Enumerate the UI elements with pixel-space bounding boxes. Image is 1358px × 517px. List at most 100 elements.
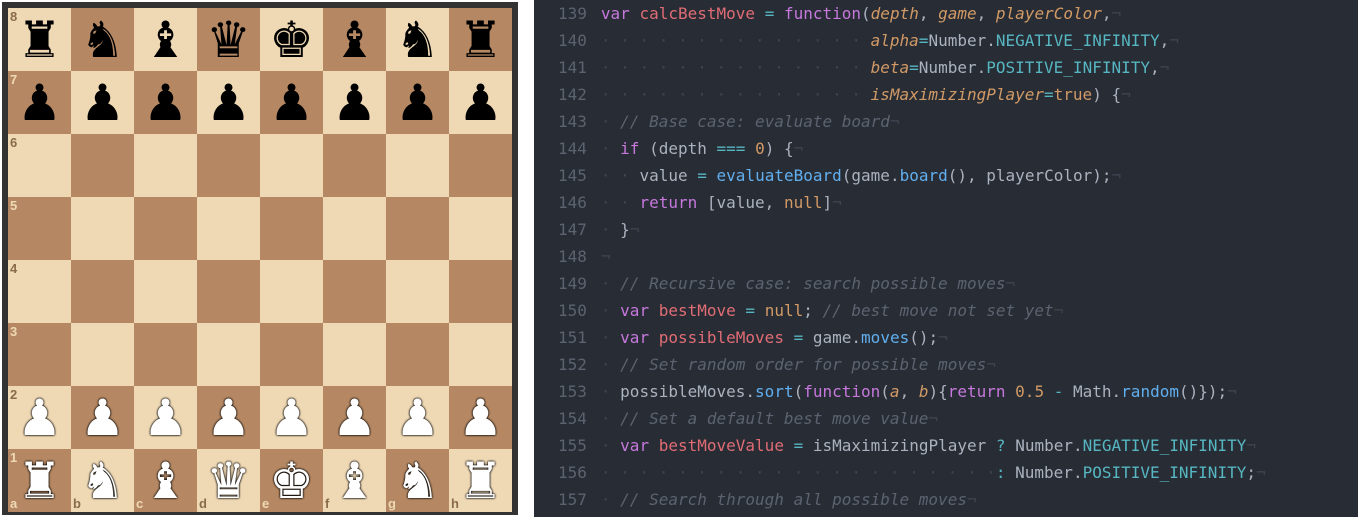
square-b5[interactable]: [71, 197, 134, 260]
square-g4[interactable]: [386, 260, 449, 323]
piece-wP[interactable]: ♟: [80, 393, 125, 443]
square-g8[interactable]: ♞: [386, 8, 449, 71]
square-e4[interactable]: [260, 260, 323, 323]
square-h3[interactable]: [449, 323, 512, 386]
square-h7[interactable]: ♟: [449, 71, 512, 134]
piece-bP[interactable]: ♟: [143, 78, 188, 128]
square-b1[interactable]: b♞: [71, 449, 134, 512]
square-e2[interactable]: ♟: [260, 386, 323, 449]
piece-bN[interactable]: ♞: [395, 15, 440, 65]
code-line[interactable]: var calcBestMove = function(depth, game,…: [601, 0, 1358, 27]
piece-bP[interactable]: ♟: [17, 78, 62, 128]
piece-bP[interactable]: ♟: [395, 78, 440, 128]
square-f1[interactable]: f♝: [323, 449, 386, 512]
square-g3[interactable]: [386, 323, 449, 386]
square-f8[interactable]: ♝: [323, 8, 386, 71]
square-a5[interactable]: 5: [8, 197, 71, 260]
square-f7[interactable]: ♟: [323, 71, 386, 134]
square-e8[interactable]: ♚: [260, 8, 323, 71]
square-b2[interactable]: ♟: [71, 386, 134, 449]
piece-wB[interactable]: ♝: [332, 456, 377, 506]
square-f3[interactable]: [323, 323, 386, 386]
square-a7[interactable]: 7♟: [8, 71, 71, 134]
code-line[interactable]: · · value = evaluateBoard(game.board(), …: [601, 162, 1358, 189]
square-a6[interactable]: 6: [8, 134, 71, 197]
piece-wP[interactable]: ♟: [332, 393, 377, 443]
code-line[interactable]: · · · · · · · · · · · · · · · · · · · · …: [601, 459, 1358, 486]
code-line[interactable]: · · · · · · · · · · · · · · beta=Number.…: [601, 54, 1358, 81]
square-b7[interactable]: ♟: [71, 71, 134, 134]
square-c6[interactable]: [134, 134, 197, 197]
code-line[interactable]: · // Set a default best move value¬: [601, 405, 1358, 432]
code-line[interactable]: · var bestMove = null; // best move not …: [601, 297, 1358, 324]
code-line[interactable]: · · · · · · · · · · · · · · isMaximizing…: [601, 81, 1358, 108]
code-line[interactable]: · if (depth === 0) {¬: [601, 135, 1358, 162]
piece-wN[interactable]: ♞: [395, 456, 440, 506]
code-line[interactable]: · var possibleMoves = game.moves();¬: [601, 324, 1358, 351]
code-line[interactable]: ¬: [601, 243, 1358, 270]
piece-bP[interactable]: ♟: [269, 78, 314, 128]
square-f2[interactable]: ♟: [323, 386, 386, 449]
square-e6[interactable]: [260, 134, 323, 197]
square-b3[interactable]: [71, 323, 134, 386]
square-g1[interactable]: g♞: [386, 449, 449, 512]
piece-bP[interactable]: ♟: [332, 78, 377, 128]
piece-bR[interactable]: ♜: [17, 15, 62, 65]
piece-wP[interactable]: ♟: [458, 393, 503, 443]
code-line[interactable]: · // Base case: evaluate board¬: [601, 108, 1358, 135]
square-f5[interactable]: [323, 197, 386, 260]
code-line[interactable]: · · · · · · · · · · · · · · alpha=Number…: [601, 27, 1358, 54]
code-line[interactable]: · possibleMoves.sort(function(a, b){retu…: [601, 378, 1358, 405]
piece-wP[interactable]: ♟: [269, 393, 314, 443]
piece-wP[interactable]: ♟: [143, 393, 188, 443]
square-d5[interactable]: [197, 197, 260, 260]
square-d6[interactable]: [197, 134, 260, 197]
square-c2[interactable]: ♟: [134, 386, 197, 449]
piece-wP[interactable]: ♟: [395, 393, 440, 443]
square-a4[interactable]: 4: [8, 260, 71, 323]
piece-wB[interactable]: ♝: [143, 456, 188, 506]
square-b6[interactable]: [71, 134, 134, 197]
square-e3[interactable]: [260, 323, 323, 386]
piece-wN[interactable]: ♞: [80, 456, 125, 506]
piece-wQ[interactable]: ♛: [206, 456, 251, 506]
square-g7[interactable]: ♟: [386, 71, 449, 134]
piece-bP[interactable]: ♟: [206, 78, 251, 128]
square-d3[interactable]: [197, 323, 260, 386]
square-e7[interactable]: ♟: [260, 71, 323, 134]
square-h5[interactable]: [449, 197, 512, 260]
square-h1[interactable]: h♜: [449, 449, 512, 512]
square-e5[interactable]: [260, 197, 323, 260]
square-a3[interactable]: 3: [8, 323, 71, 386]
square-g5[interactable]: [386, 197, 449, 260]
piece-bB[interactable]: ♝: [143, 15, 188, 65]
square-c1[interactable]: c♝: [134, 449, 197, 512]
square-c7[interactable]: ♟: [134, 71, 197, 134]
square-a1[interactable]: 1a♜: [8, 449, 71, 512]
square-b4[interactable]: [71, 260, 134, 323]
square-c4[interactable]: [134, 260, 197, 323]
square-b8[interactable]: ♞: [71, 8, 134, 71]
square-c5[interactable]: [134, 197, 197, 260]
square-a8[interactable]: 8♜: [8, 8, 71, 71]
code-content[interactable]: var calcBestMove = function(depth, game,…: [601, 0, 1358, 517]
square-c3[interactable]: [134, 323, 197, 386]
square-d4[interactable]: [197, 260, 260, 323]
piece-bB[interactable]: ♝: [332, 15, 377, 65]
piece-bP[interactable]: ♟: [80, 78, 125, 128]
code-line[interactable]: · · return [value, null]¬: [601, 189, 1358, 216]
square-f4[interactable]: [323, 260, 386, 323]
code-line[interactable]: · // Set random order for possible moves…: [601, 351, 1358, 378]
piece-wP[interactable]: ♟: [17, 393, 62, 443]
piece-bQ[interactable]: ♛: [206, 15, 251, 65]
square-d1[interactable]: d♛: [197, 449, 260, 512]
square-d8[interactable]: ♛: [197, 8, 260, 71]
chess-board[interactable]: 8♜♞♝♛♚♝♞♜7♟♟♟♟♟♟♟♟65432♟♟♟♟♟♟♟♟1a♜b♞c♝d♛…: [6, 6, 514, 514]
piece-wK[interactable]: ♚: [269, 456, 314, 506]
square-c8[interactable]: ♝: [134, 8, 197, 71]
square-g6[interactable]: [386, 134, 449, 197]
square-d2[interactable]: ♟: [197, 386, 260, 449]
square-g2[interactable]: ♟: [386, 386, 449, 449]
code-line[interactable]: · }¬: [601, 216, 1358, 243]
piece-bN[interactable]: ♞: [80, 15, 125, 65]
